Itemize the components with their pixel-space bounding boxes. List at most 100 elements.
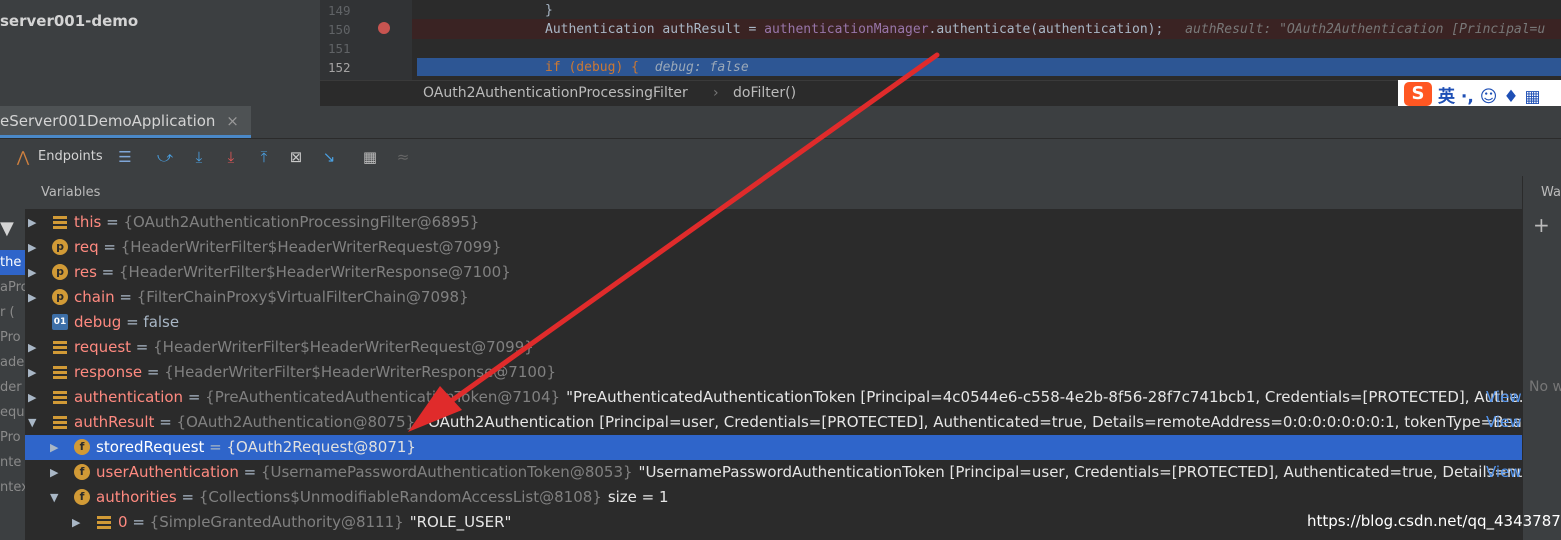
variable-row[interactable]: ▶ f storedRequest = {OAuth2Request@8071} <box>25 435 1522 460</box>
step-over-icon[interactable]: ⤓ <box>190 148 208 166</box>
variable-name: 0 = {SimpleGrantedAuthority@8111} "ROLE_U… <box>118 510 511 535</box>
code-line-150: Authentication authResult = authenticati… <box>545 22 1545 37</box>
frame-item[interactable]: nte <box>0 450 25 475</box>
equals-sign: = <box>238 463 261 481</box>
close-icon[interactable]: × <box>226 112 239 130</box>
step-into-icon[interactable]: ⤓ <box>222 148 240 166</box>
variable-row[interactable]: ▶ request = {HeaderWriterFilter$HeaderWri… <box>25 335 1522 360</box>
expand-icon[interactable]: ▶ <box>28 335 40 360</box>
variable-type: {Collections$UnmodifiableRandomAccessLis… <box>198 488 602 506</box>
variable-row[interactable]: ▶ response = {HeaderWriterFilter$HeaderWr… <box>25 360 1522 385</box>
code-editor[interactable]: 149 150 151 152 } Authentication authRes… <box>320 0 1561 80</box>
tab-label: eServer001DemoApplication <box>0 112 216 130</box>
variable-row[interactable]: ▶ authentication = {PreAuthenticatedAuthe… <box>25 385 1533 410</box>
variable-name: req = {HeaderWriterFilter$HeaderWriterRe… <box>74 235 501 260</box>
line-number: 152 <box>328 60 351 75</box>
tab-debug-session[interactable]: eServer001DemoApplication × <box>0 106 251 138</box>
filter-icon[interactable]: ▼ <box>0 216 25 241</box>
view-link[interactable]: View <box>1486 385 1522 410</box>
step-out-icon[interactable]: ⤒ <box>255 148 273 166</box>
variable-row[interactable]: ▶ 0 = {SimpleGrantedAuthority@8111} "ROLE_… <box>25 510 1522 535</box>
frame-item[interactable]: der <box>0 375 25 400</box>
ime-status[interactable]: 英 ·, ☺ ♦ ▦ <box>1438 82 1541 107</box>
variable-name: authResult = {OAuth2Authentication@8075}… <box>74 410 1551 435</box>
frame-item[interactable]: Pro <box>0 425 25 450</box>
equals-sign: = <box>121 313 144 331</box>
variable-type: {PreAuthenticatedAuthenticationToken@710… <box>205 388 561 406</box>
frame-item[interactable]: equ <box>0 400 25 425</box>
frame-item[interactable]: the <box>0 250 25 275</box>
equals-sign: = <box>131 338 154 356</box>
variable-row[interactable]: ▶ f userAuthentication = {UsernamePassword… <box>25 460 1545 485</box>
breadcrumb-method[interactable]: doFilter() <box>733 85 796 101</box>
variable-row[interactable]: ▶ this = {OAuth2AuthenticationProcessingF… <box>25 210 1522 235</box>
endpoints-icon[interactable]: ⋀ <box>14 148 32 166</box>
variable-row[interactable]: ▼ authResult = {OAuth2Authentication@8075… <box>25 410 1551 435</box>
view-link[interactable]: View <box>1486 460 1522 485</box>
evaluate-expression-icon[interactable]: ▦ <box>361 148 379 166</box>
view-link[interactable]: View <box>1486 410 1522 435</box>
trace-icon[interactable]: ≈ <box>394 148 412 166</box>
variable-row[interactable]: ▶ p res = {HeaderWriterFilter$HeaderWriter… <box>25 260 1522 285</box>
expand-icon[interactable]: ▶ <box>28 385 40 410</box>
breakpoint-icon[interactable] <box>378 22 390 34</box>
object-icon <box>52 389 68 405</box>
run-to-cursor-icon[interactable]: ↘ <box>320 148 338 166</box>
equals-sign: = <box>204 438 227 456</box>
project-panel: server001-demo <box>0 0 320 106</box>
variable-row[interactable]: 01 debug = false <box>25 310 1522 335</box>
variable-value: size = 1 <box>607 488 669 506</box>
frame-item[interactable]: ade <box>0 350 25 375</box>
line-number: 149 <box>328 3 351 18</box>
expand-icon[interactable]: ▶ <box>28 210 40 235</box>
equals-sign: = <box>176 488 199 506</box>
variable-type: {HeaderWriterFilter$HeaderWriterResponse… <box>164 363 557 381</box>
variable-name: chain = {FilterChainProxy$VirtualFilterC… <box>74 285 469 310</box>
code-text: Authentication authResult = authenticati… <box>545 22 1164 37</box>
expand-icon[interactable]: ▶ <box>28 285 40 310</box>
drop-frame-icon[interactable]: ⊠ <box>287 148 305 166</box>
add-watch-icon[interactable]: + <box>1533 213 1550 237</box>
variable-row[interactable]: ▶ p req = {HeaderWriterFilter$HeaderWriter… <box>25 235 1522 260</box>
frame-item[interactable]: r ( <box>0 300 25 325</box>
debug-toolbar: ⋀ Endpoints ☰ ⤻ ⤓ ⤓ ⤒ ⊠ ↘ ▦ ≈ <box>0 139 1561 177</box>
expand-icon[interactable]: ▶ <box>72 510 84 535</box>
equals-sign: = <box>127 513 150 531</box>
object-icon <box>52 364 68 380</box>
variable-name: response = {HeaderWriterFilter$HeaderWri… <box>74 360 556 385</box>
expand-icon[interactable]: ▶ <box>28 235 40 260</box>
equals-sign: = <box>183 388 206 406</box>
expand-icon[interactable]: ▶ <box>50 460 62 485</box>
equals-sign: = <box>98 238 121 256</box>
ime-toolbar[interactable]: S 英 ·, ☺ ♦ ▦ <box>1398 80 1561 108</box>
endpoints-label[interactable]: Endpoints <box>38 149 103 164</box>
variable-row[interactable]: ▼ f authorities = {Collections$Unmodifiabl… <box>25 485 1522 510</box>
collapse-icon[interactable]: ▼ <box>50 485 62 510</box>
object-icon <box>52 414 68 430</box>
object-icon <box>52 339 68 355</box>
object-icon <box>96 514 112 530</box>
field-icon: f <box>74 464 90 480</box>
variable-name-text: req <box>74 238 99 256</box>
breadcrumb-class[interactable]: OAuth2AuthenticationProcessingFilter <box>423 85 688 101</box>
menu-icon[interactable]: ☰ <box>116 148 134 166</box>
variable-name-text: debug <box>74 313 122 331</box>
expand-icon[interactable]: ▶ <box>28 360 40 385</box>
variable-value: "UsernamePasswordAuthenticationToken [Pr… <box>638 463 1545 481</box>
debug-tab-bar: eServer001DemoApplication × <box>0 106 1561 139</box>
frame-item[interactable]: aPro <box>0 275 25 300</box>
variable-name-text: userAuthentication <box>96 463 239 481</box>
equals-sign: = <box>154 413 177 431</box>
expand-icon[interactable]: ▶ <box>28 260 40 285</box>
show-execution-point-icon[interactable]: ⤻ <box>156 148 174 166</box>
collapse-icon[interactable]: ▼ <box>28 410 40 435</box>
frames-panel: ▼ the aPro r ( Pro ade der equ Pro nte n… <box>0 176 25 540</box>
equals-sign: = <box>114 288 137 306</box>
expand-icon[interactable]: ▶ <box>50 435 62 460</box>
code-line-149: } <box>545 3 553 18</box>
variable-name: authentication = {PreAuthenticatedAuthen… <box>74 385 1533 410</box>
variable-row[interactable]: ▶ p chain = {FilterChainProxy$VirtualFilte… <box>25 285 1522 310</box>
frame-item[interactable]: Pro <box>0 325 25 350</box>
project-title[interactable]: server001-demo <box>0 12 138 30</box>
frame-item[interactable]: ntex <box>0 475 25 500</box>
